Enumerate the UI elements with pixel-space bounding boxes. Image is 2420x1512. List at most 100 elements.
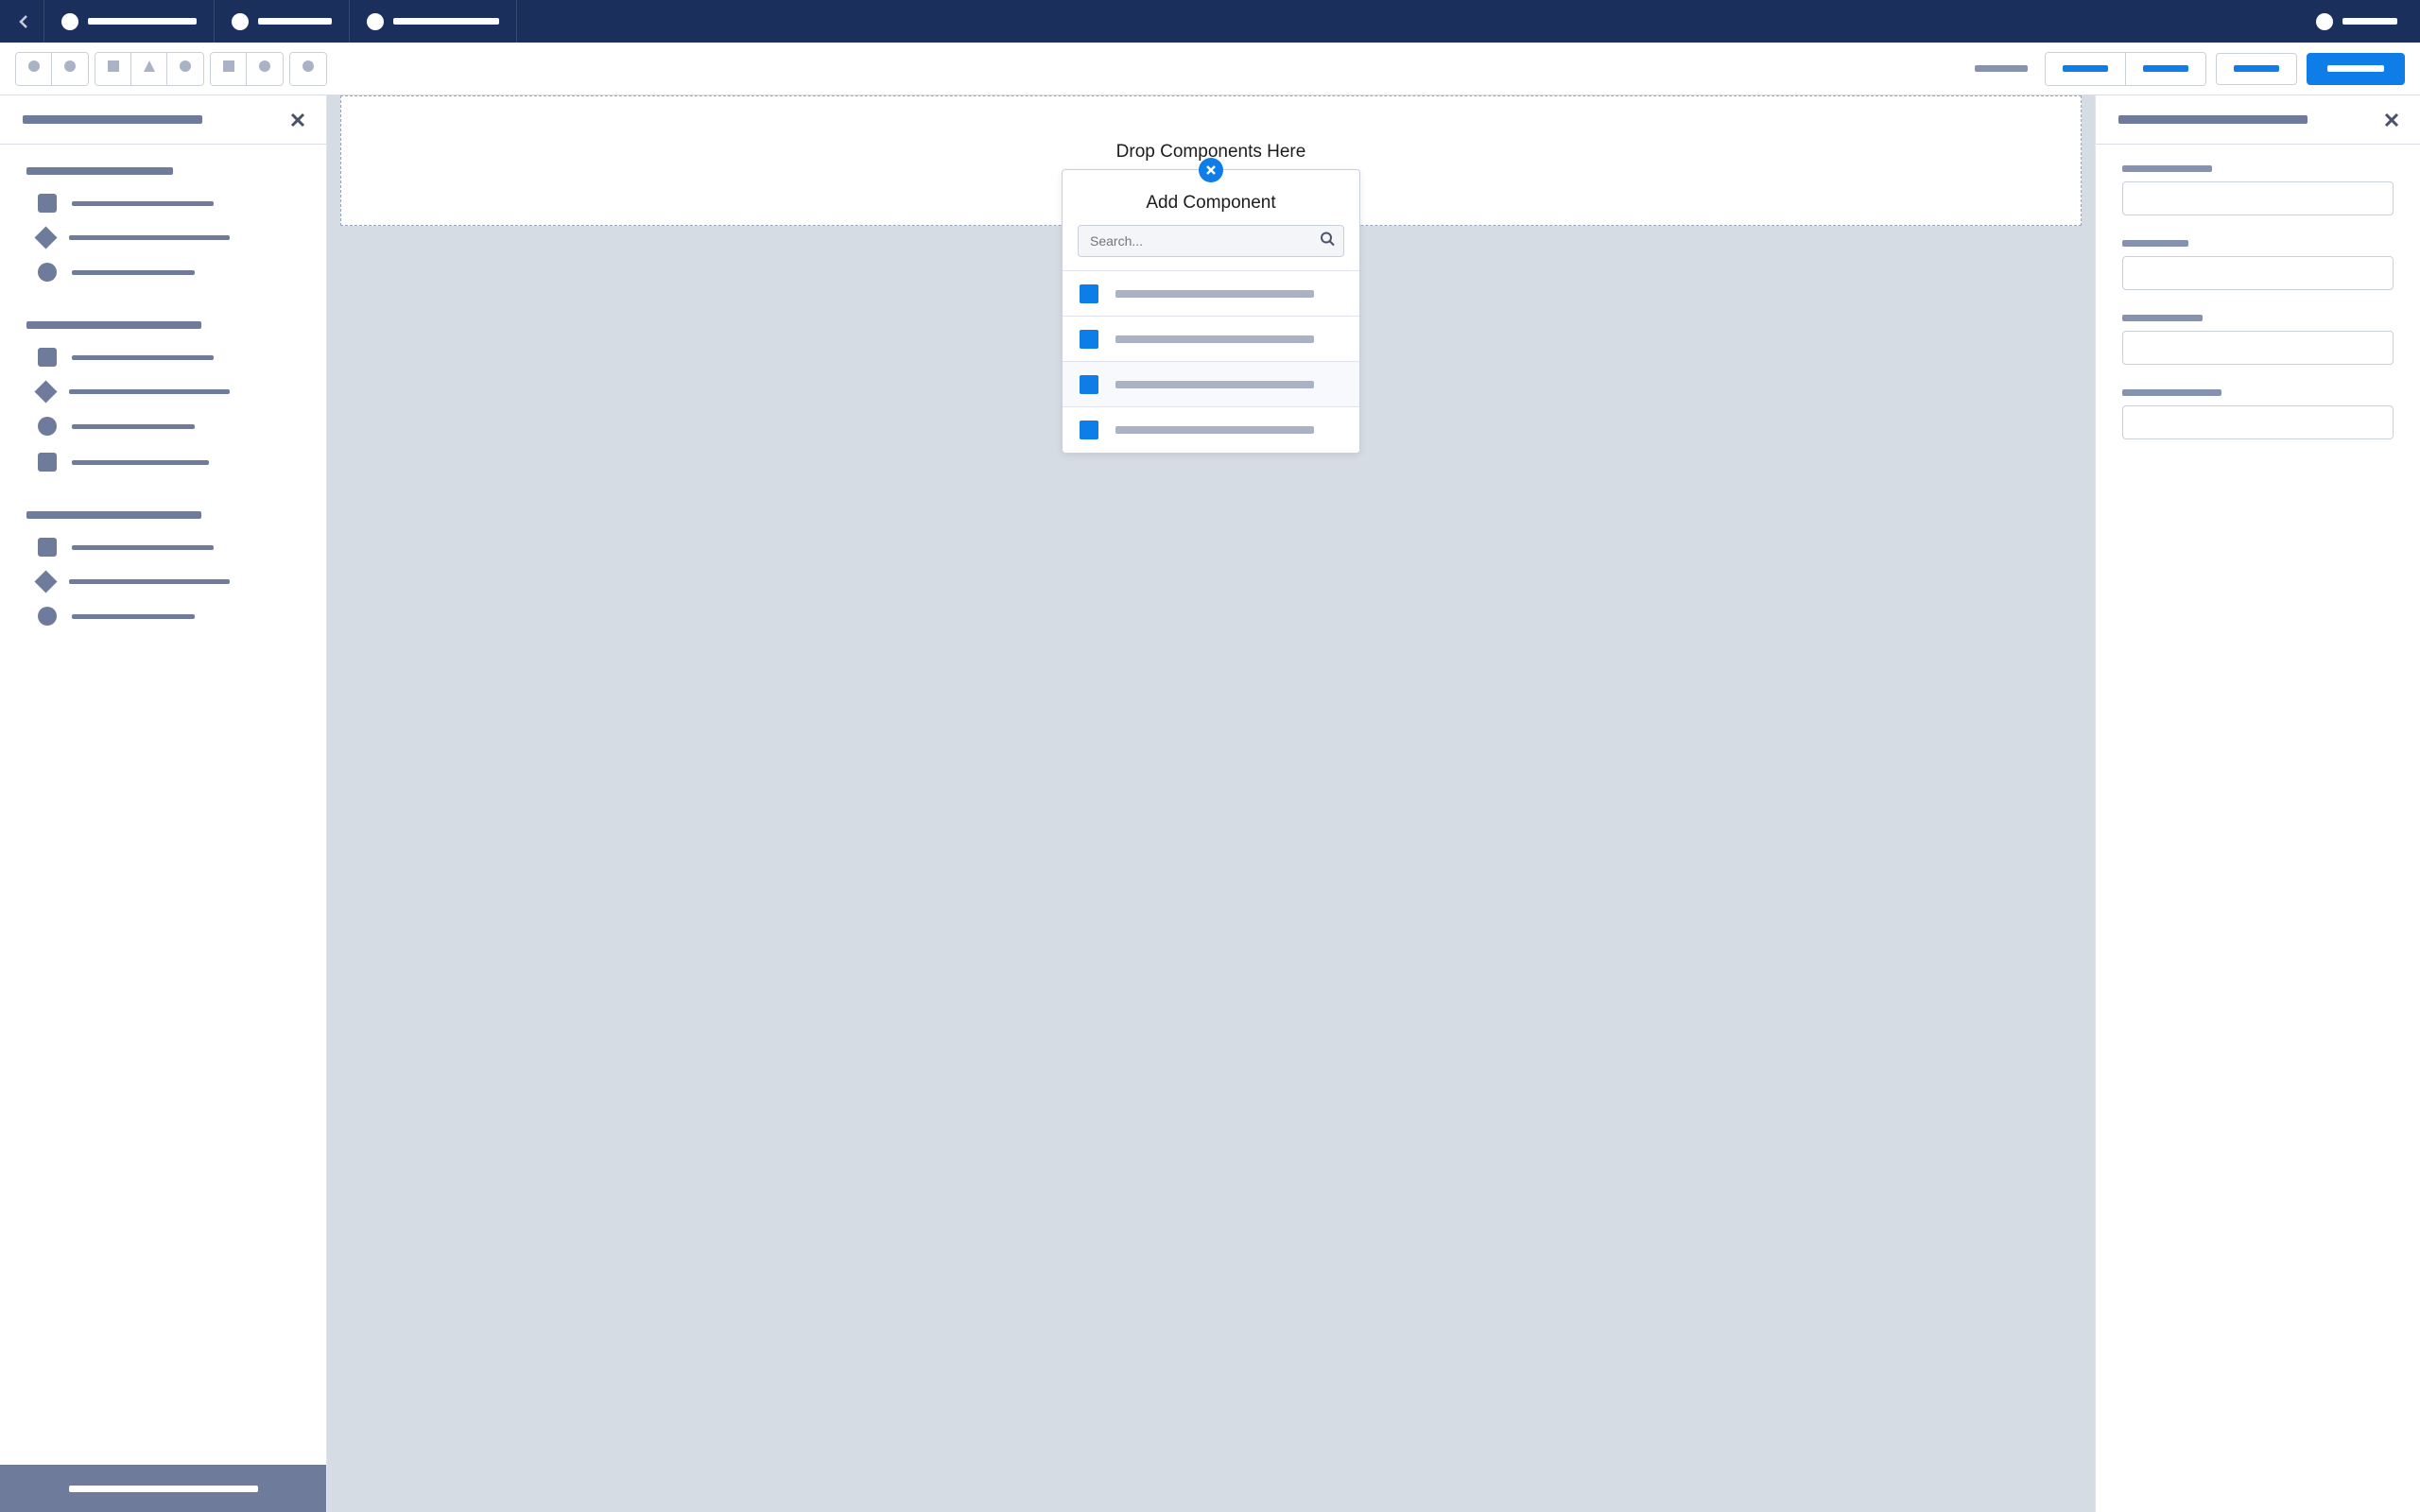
diamond-icon xyxy=(34,226,57,249)
popover-row[interactable] xyxy=(1063,362,1359,407)
circle-icon xyxy=(258,60,271,77)
component-item[interactable] xyxy=(38,574,300,590)
section-heading xyxy=(26,321,201,329)
popover-row[interactable] xyxy=(1063,407,1359,453)
close-icon xyxy=(288,111,307,129)
tab-label xyxy=(393,18,499,25)
toolbar-button-group xyxy=(2045,52,2206,86)
field-label xyxy=(2122,165,2212,172)
left-panel-body xyxy=(0,145,326,1465)
component-icon xyxy=(1080,375,1098,394)
global-nav xyxy=(0,0,2420,43)
popover-row-label xyxy=(1115,381,1314,388)
search-input[interactable] xyxy=(1078,225,1344,257)
toolbar-primary-button[interactable] xyxy=(2307,53,2405,85)
circle-icon xyxy=(38,263,57,282)
left-panel-footer-button[interactable] xyxy=(0,1465,326,1512)
nav-tab[interactable] xyxy=(350,0,517,43)
field-label xyxy=(2122,315,2203,321)
right-panel xyxy=(2095,95,2420,1512)
circle-icon xyxy=(38,607,57,626)
component-item[interactable] xyxy=(38,453,300,472)
nav-user-label xyxy=(2342,18,2397,25)
tool-button[interactable] xyxy=(131,53,167,85)
component-item[interactable] xyxy=(38,348,300,367)
component-item-label xyxy=(72,614,195,619)
component-item[interactable] xyxy=(38,607,300,626)
field-input[interactable] xyxy=(2122,256,2394,290)
triangle-icon xyxy=(143,60,156,77)
component-item-label xyxy=(72,424,195,429)
tool-group xyxy=(289,52,327,86)
canvas-page: Drop Components Here Add Component xyxy=(340,95,2082,1512)
close-icon xyxy=(2382,111,2401,129)
circle-icon xyxy=(63,60,77,77)
popover-row[interactable] xyxy=(1063,317,1359,362)
section-heading xyxy=(26,511,201,519)
nav-tabs xyxy=(43,0,2307,43)
component-item-label xyxy=(72,460,209,465)
close-icon xyxy=(1204,163,1218,177)
field-input[interactable] xyxy=(2122,405,2394,439)
tool-button[interactable] xyxy=(16,53,52,85)
circle-icon xyxy=(302,60,315,77)
tool-button[interactable] xyxy=(95,53,131,85)
toolbar-button-3[interactable] xyxy=(2216,53,2297,85)
tool-button[interactable] xyxy=(211,53,247,85)
nav-tab[interactable] xyxy=(43,0,215,43)
component-item[interactable] xyxy=(38,384,300,400)
popover-close-button[interactable] xyxy=(1199,158,1223,182)
component-item[interactable] xyxy=(38,194,300,213)
nav-user[interactable] xyxy=(2312,0,2401,43)
toolbar-right xyxy=(1975,52,2405,86)
component-item-label xyxy=(69,389,230,394)
component-icon xyxy=(1080,284,1098,303)
component-item[interactable] xyxy=(38,417,300,436)
popover-row-label xyxy=(1115,335,1314,343)
toolbar xyxy=(0,43,2420,95)
canvas: Drop Components Here Add Component xyxy=(327,95,2095,1512)
component-item[interactable] xyxy=(38,538,300,557)
right-panel-close-button[interactable] xyxy=(2378,107,2405,133)
field-input[interactable] xyxy=(2122,181,2394,215)
popover-search xyxy=(1063,225,1359,270)
popover-row-label xyxy=(1115,426,1314,434)
component-item[interactable] xyxy=(38,263,300,282)
tab-icon xyxy=(61,13,78,30)
component-item-label xyxy=(72,545,214,550)
tool-button[interactable] xyxy=(167,53,203,85)
tool-button[interactable] xyxy=(247,53,283,85)
tool-group xyxy=(15,52,89,86)
component-item-label xyxy=(72,270,195,275)
popover-row[interactable] xyxy=(1063,271,1359,317)
diamond-icon xyxy=(34,380,57,403)
left-panel-header xyxy=(0,95,326,145)
back-button[interactable] xyxy=(11,9,38,35)
component-item-label xyxy=(72,355,214,360)
circle-icon xyxy=(38,417,57,436)
tab-icon xyxy=(232,13,249,30)
diamond-icon xyxy=(34,570,57,593)
avatar-icon xyxy=(2316,13,2333,30)
square-icon xyxy=(38,538,57,557)
circle-icon xyxy=(27,60,41,77)
toolbar-button-2[interactable] xyxy=(2126,53,2205,85)
nav-right xyxy=(2312,0,2409,43)
component-item-label xyxy=(69,579,230,584)
left-panel-close-button[interactable] xyxy=(285,107,311,133)
tool-group xyxy=(95,52,204,86)
tool-button[interactable] xyxy=(290,53,326,85)
component-item[interactable] xyxy=(38,230,300,246)
toolbar-button-1[interactable] xyxy=(2046,53,2126,85)
popover-row-label xyxy=(1115,290,1314,298)
field-input[interactable] xyxy=(2122,331,2394,365)
toolbar-text-link[interactable] xyxy=(1975,65,2028,72)
nav-tab[interactable] xyxy=(215,0,350,43)
field-label xyxy=(2122,240,2188,247)
tool-button[interactable] xyxy=(52,53,88,85)
toolbar-left xyxy=(15,52,333,86)
main-layout: Drop Components Here Add Component xyxy=(0,95,2420,1512)
component-icon xyxy=(1080,421,1098,439)
right-panel-header xyxy=(2096,95,2420,145)
tool-group xyxy=(210,52,284,86)
